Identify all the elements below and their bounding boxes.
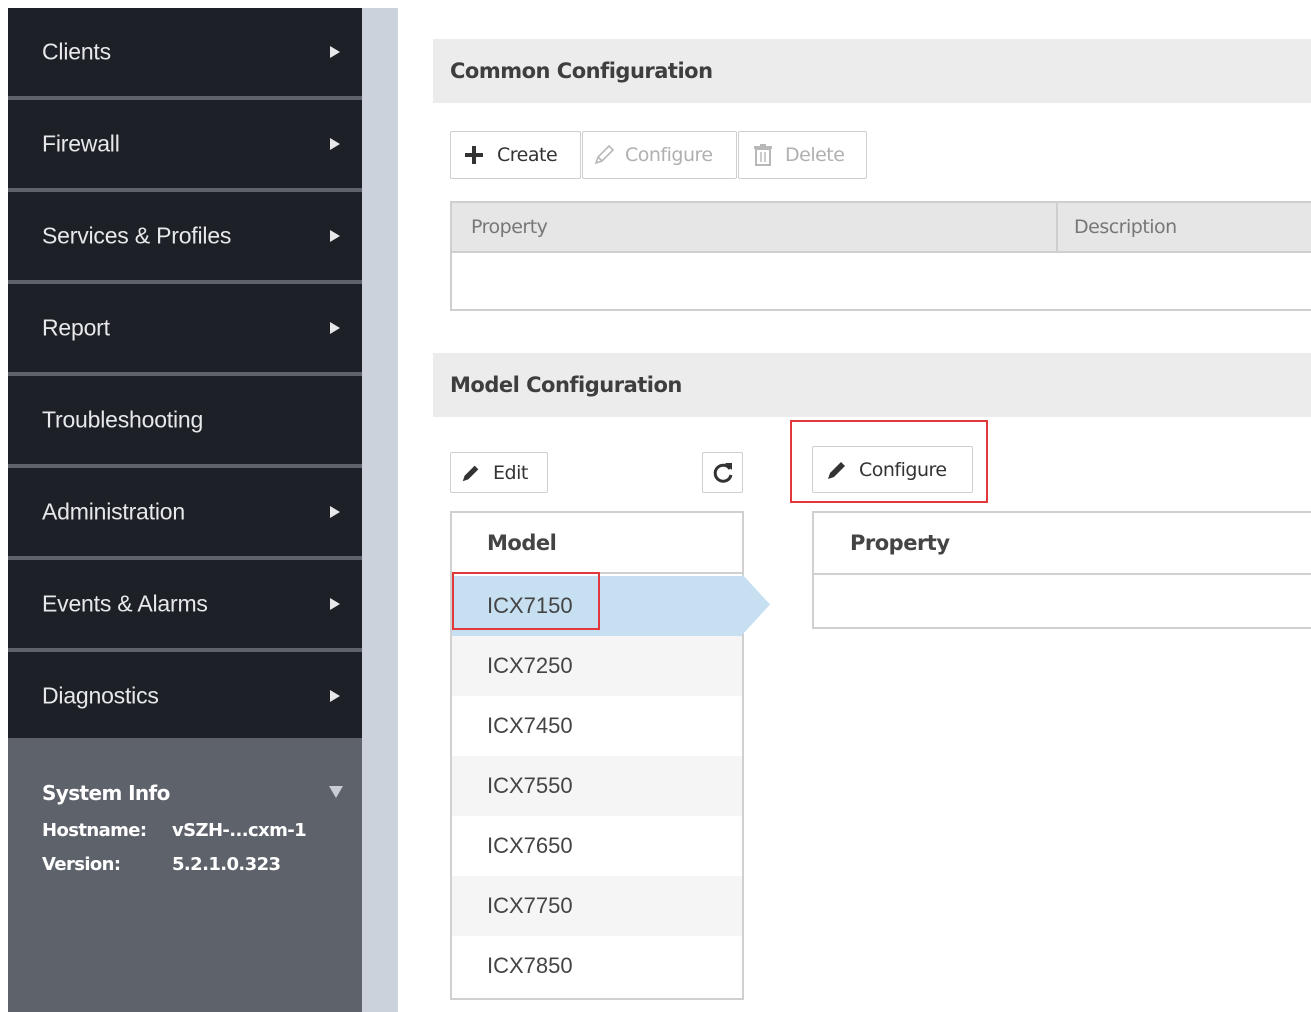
- sidebar-item-label: Events & Alarms: [42, 590, 208, 617]
- sidebar-item-label: Services & Profiles: [42, 222, 232, 249]
- model-name: ICX7150: [487, 593, 573, 618]
- model-property-table: Property: [812, 511, 1311, 629]
- column-header-description[interactable]: Description: [1074, 216, 1177, 238]
- sidebar-item-label: Troubleshooting: [42, 406, 204, 433]
- model-name: ICX7850: [487, 953, 573, 978]
- configure-button-label: Configure: [859, 458, 947, 481]
- sidebar-item-label: Report: [42, 314, 110, 341]
- column-divider: [1056, 203, 1058, 251]
- model-row-selected[interactable]: ICX7150: [452, 576, 742, 636]
- model-row[interactable]: ICX7550: [452, 756, 742, 816]
- sidebar-item-label: Diagnostics: [42, 682, 159, 709]
- create-button-label: Create: [497, 144, 558, 166]
- version-value: 5.2.1.0.323: [172, 854, 281, 875]
- chevron-right-icon: [330, 46, 340, 58]
- chevron-right-icon: [330, 690, 340, 702]
- model-row[interactable]: ICX7650: [452, 816, 742, 876]
- version-label: Version:: [42, 854, 121, 875]
- hostname-label: Hostname:: [42, 820, 147, 841]
- model-configuration-header: Model Configuration: [433, 353, 1311, 417]
- model-row[interactable]: ICX7250: [452, 636, 742, 696]
- hostname-value: vSZH-...cxm-1: [172, 820, 307, 841]
- configure-button-label: Configure: [625, 144, 713, 166]
- model-row[interactable]: ICX7750: [452, 876, 742, 936]
- chevron-right-icon: [330, 230, 340, 242]
- pencil-icon: [462, 465, 479, 481]
- model-name: ICX7750: [487, 893, 573, 918]
- sidebar-item-diagnostics[interactable]: Diagnostics: [8, 652, 362, 740]
- common-config-table-body: [450, 253, 1311, 311]
- sidebar-item-events-alarms[interactable]: Events & Alarms: [8, 560, 362, 648]
- section-title: Model Configuration: [450, 373, 682, 397]
- edit-button-label: Edit: [493, 461, 528, 484]
- edit-button[interactable]: Edit: [450, 452, 548, 493]
- sidebar-item-administration[interactable]: Administration: [8, 468, 362, 556]
- sidebar-item-label: Firewall: [42, 130, 120, 157]
- refresh-button[interactable]: [702, 452, 743, 493]
- chevron-right-icon: [330, 598, 340, 610]
- chevron-right-icon: [330, 506, 340, 518]
- system-info-title[interactable]: System Info: [42, 781, 170, 805]
- sidebar-item-services-profiles[interactable]: Services & Profiles: [8, 192, 362, 280]
- plus-icon: [465, 146, 483, 164]
- version-row: Version: 5.2.1.0.323: [42, 854, 281, 875]
- model-name: ICX7550: [487, 773, 573, 798]
- column-header-property[interactable]: Property: [471, 216, 548, 238]
- chevron-right-icon: [330, 138, 340, 150]
- sidebar-item-label: Administration: [42, 498, 185, 525]
- delete-button-label: Delete: [785, 144, 845, 166]
- create-button[interactable]: Create: [450, 131, 581, 179]
- model-column-header: Model: [487, 530, 557, 555]
- trash-icon: [754, 144, 772, 166]
- configure-button[interactable]: Configure: [812, 446, 973, 493]
- model-row[interactable]: ICX7450: [452, 696, 742, 756]
- sidebar-item-report[interactable]: Report: [8, 284, 362, 372]
- configure-button-disabled[interactable]: Configure: [582, 131, 737, 179]
- pencil-icon: [828, 461, 845, 479]
- pencil-icon: [594, 144, 615, 165]
- system-info-panel: System Info Hostname: vSZH-...cxm-1 Versi…: [8, 738, 362, 1012]
- sidebar-item-label: Clients: [42, 38, 111, 65]
- model-list-header: Model: [452, 513, 742, 574]
- model-row[interactable]: ICX7850: [452, 936, 742, 996]
- sidebar-item-troubleshooting[interactable]: Troubleshooting: [8, 376, 362, 464]
- hostname-row: Hostname: vSZH-...cxm-1: [42, 820, 307, 841]
- model-name: ICX7250: [487, 653, 573, 678]
- sidebar-item-firewall[interactable]: Firewall: [8, 100, 362, 188]
- delete-button[interactable]: Delete: [738, 131, 867, 179]
- chevron-down-icon[interactable]: [329, 786, 343, 798]
- sidebar-gutter: [362, 8, 398, 1012]
- sidebar: Clients Firewall Services & Profiles Rep…: [8, 8, 362, 1012]
- common-config-table-header: Property Description: [450, 201, 1311, 253]
- chevron-right-icon: [330, 322, 340, 334]
- model-list: Model ICX7150 ICX7250 ICX7450 ICX7550 IC…: [450, 511, 744, 1000]
- property-column-header[interactable]: Property: [850, 531, 950, 555]
- section-title: Common Configuration: [450, 59, 713, 83]
- model-property-header: Property: [814, 513, 1311, 575]
- common-configuration-header: Common Configuration: [433, 39, 1311, 103]
- refresh-icon: [713, 462, 733, 483]
- selection-pointer-arrow: [742, 574, 770, 635]
- sidebar-item-clients[interactable]: Clients: [8, 8, 362, 96]
- model-name: ICX7650: [487, 833, 573, 858]
- model-name: ICX7450: [487, 713, 573, 738]
